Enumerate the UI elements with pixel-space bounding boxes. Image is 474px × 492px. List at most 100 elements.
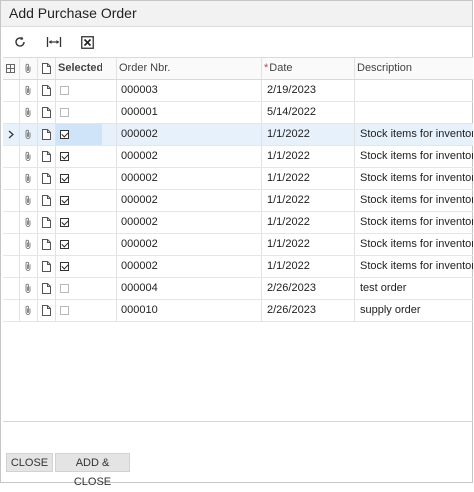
row-notes-button[interactable] <box>38 300 54 321</box>
order-nbr-cell[interactable]: 000002 <box>121 168 261 189</box>
row-notes-button[interactable] <box>38 146 54 167</box>
description-cell[interactable]: Stock items for inventory <box>360 124 473 145</box>
date-cell[interactable]: 5/14/2022 <box>267 102 353 123</box>
table-row[interactable]: 000002 1/1/2022 Stock items for inventory <box>3 256 473 278</box>
date-cell[interactable]: 1/1/2022 <box>267 234 353 255</box>
order-nbr-cell[interactable]: 000002 <box>121 234 261 255</box>
row-files-button[interactable] <box>20 278 36 299</box>
column-header-selected[interactable]: Selected <box>56 58 102 79</box>
selected-checkbox[interactable] <box>60 262 69 271</box>
row-selected-cell[interactable] <box>56 256 102 277</box>
fit-columns-button[interactable] <box>43 31 65 53</box>
order-nbr-cell[interactable]: 000002 <box>121 256 261 277</box>
column-settings-button[interactable] <box>3 58 18 79</box>
row-files-button[interactable] <box>20 256 36 277</box>
row-notes-button[interactable] <box>38 80 54 101</box>
description-cell[interactable]: Stock items for inventory <box>360 168 473 189</box>
export-excel-button[interactable] <box>76 31 98 53</box>
row-files-button[interactable] <box>20 212 36 233</box>
date-cell[interactable]: 1/1/2022 <box>267 190 353 211</box>
row-selected-cell[interactable] <box>56 212 102 233</box>
row-files-button[interactable] <box>20 234 36 255</box>
order-nbr-cell[interactable]: 000001 <box>121 102 261 123</box>
row-files-button[interactable] <box>20 102 36 123</box>
selected-checkbox[interactable] <box>60 240 69 249</box>
column-header-date[interactable]: *Date <box>264 58 350 79</box>
row-notes-button[interactable] <box>38 234 54 255</box>
row-notes-button[interactable] <box>38 256 54 277</box>
row-selected-cell[interactable] <box>56 80 102 101</box>
table-row[interactable]: 000003 2/19/2023 <box>3 80 473 102</box>
table-row[interactable]: 000002 1/1/2022 Stock items for inventory <box>3 146 473 168</box>
row-selected-cell[interactable] <box>56 168 102 189</box>
description-cell[interactable] <box>360 102 473 123</box>
row-selected-cell[interactable] <box>56 146 102 167</box>
row-notes-button[interactable] <box>38 102 54 123</box>
row-files-button[interactable] <box>20 190 36 211</box>
notes-column-header[interactable] <box>38 58 54 79</box>
selected-checkbox[interactable] <box>60 130 69 139</box>
row-notes-button[interactable] <box>38 212 54 233</box>
description-cell[interactable]: Stock items for inventory <box>360 190 473 211</box>
row-notes-button[interactable] <box>38 190 54 211</box>
column-header-description[interactable]: Description <box>357 58 470 79</box>
row-files-button[interactable] <box>20 124 36 145</box>
row-files-button[interactable] <box>20 300 36 321</box>
order-nbr-cell[interactable]: 000003 <box>121 80 261 101</box>
description-cell[interactable]: Stock items for inventory <box>360 256 473 277</box>
table-row[interactable]: 000002 1/1/2022 Stock items for inventory <box>3 168 473 190</box>
order-nbr-cell[interactable]: 000010 <box>121 300 261 321</box>
description-cell[interactable]: Stock items for inventory <box>360 212 473 233</box>
row-files-button[interactable] <box>20 146 36 167</box>
row-selected-cell[interactable] <box>56 234 102 255</box>
selected-checkbox[interactable] <box>60 86 69 95</box>
selected-checkbox[interactable] <box>60 152 69 161</box>
selected-checkbox[interactable] <box>60 306 69 315</box>
date-cell[interactable]: 2/26/2023 <box>267 278 353 299</box>
order-nbr-cell[interactable]: 000004 <box>121 278 261 299</box>
table-row[interactable]: 000002 1/1/2022 Stock items for inventory <box>3 124 473 146</box>
date-cell[interactable]: 2/26/2023 <box>267 300 353 321</box>
date-cell[interactable]: 1/1/2022 <box>267 124 353 145</box>
row-files-button[interactable] <box>20 168 36 189</box>
dialog-title-bar[interactable]: Add Purchase Order <box>1 1 472 27</box>
date-cell[interactable]: 1/1/2022 <box>267 212 353 233</box>
row-selected-cell[interactable] <box>56 300 102 321</box>
date-cell[interactable]: 1/1/2022 <box>267 146 353 167</box>
table-row[interactable]: 000002 1/1/2022 Stock items for inventory <box>3 212 473 234</box>
row-notes-button[interactable] <box>38 124 54 145</box>
table-row[interactable]: 000001 5/14/2022 <box>3 102 473 124</box>
column-header-order-nbr[interactable]: Order Nbr. <box>119 58 259 79</box>
table-row[interactable]: 000010 2/26/2023 supply order <box>3 300 473 322</box>
table-row[interactable]: 000002 1/1/2022 Stock items for inventory <box>3 190 473 212</box>
row-selected-cell[interactable] <box>56 124 102 145</box>
files-column-header[interactable] <box>20 58 36 79</box>
order-nbr-cell[interactable]: 000002 <box>121 146 261 167</box>
order-nbr-cell[interactable]: 000002 <box>121 212 261 233</box>
selected-checkbox[interactable] <box>60 108 69 117</box>
row-notes-button[interactable] <box>38 168 54 189</box>
row-selected-cell[interactable] <box>56 278 102 299</box>
order-nbr-cell[interactable]: 000002 <box>121 190 261 211</box>
description-cell[interactable]: supply order <box>360 300 473 321</box>
row-selected-cell[interactable] <box>56 190 102 211</box>
row-selected-cell[interactable] <box>56 102 102 123</box>
table-row[interactable]: 000004 2/26/2023 test order <box>3 278 473 300</box>
selected-checkbox[interactable] <box>60 284 69 293</box>
selected-checkbox[interactable] <box>60 174 69 183</box>
refresh-button[interactable] <box>9 31 31 53</box>
table-row[interactable]: 000002 1/1/2022 Stock items for inventory <box>3 234 473 256</box>
date-cell[interactable]: 1/1/2022 <box>267 168 353 189</box>
order-nbr-cell[interactable]: 000002 <box>121 124 261 145</box>
row-files-button[interactable] <box>20 80 36 101</box>
row-notes-button[interactable] <box>38 278 54 299</box>
description-cell[interactable] <box>360 80 473 101</box>
selected-checkbox[interactable] <box>60 218 69 227</box>
description-cell[interactable]: Stock items for inventory <box>360 146 473 167</box>
description-cell[interactable]: test order <box>360 278 473 299</box>
date-cell[interactable]: 2/19/2023 <box>267 80 353 101</box>
description-cell[interactable]: Stock items for inventory <box>360 234 473 255</box>
selected-checkbox[interactable] <box>60 196 69 205</box>
add-and-close-button[interactable]: ADD & CLOSE <box>55 453 130 488</box>
date-cell[interactable]: 1/1/2022 <box>267 256 353 277</box>
